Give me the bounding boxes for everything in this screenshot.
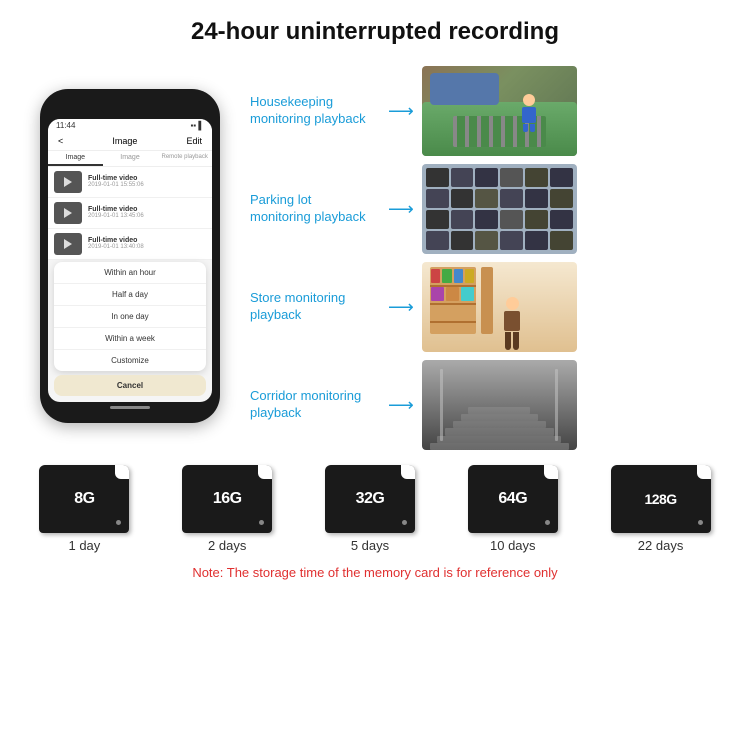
phone-time: 11:44 <box>56 121 75 130</box>
sd-card-dot-16g <box>259 520 264 525</box>
phone-back: < <box>58 136 63 146</box>
storage-section: 8G 1 day 16G 2 days 32G 5 days <box>0 450 750 558</box>
sd-card-label-32g: 32G <box>356 490 385 508</box>
phone-thumb-1 <box>54 171 82 193</box>
right-panel: Housekeepingmonitoring playback ⟶ <box>250 61 730 450</box>
sd-card-dot-32g <box>402 520 407 525</box>
monitoring-img-corridor <box>422 360 577 450</box>
storage-card-16g: 16G 2 days <box>182 465 272 553</box>
monitoring-item-store: Store monitoringplayback ⟶ <box>250 262 730 352</box>
phone-item-info-1: Full-time video 2019-01-01 15:55:06 <box>88 175 206 188</box>
monitoring-label-housekeeping: Housekeepingmonitoring playback <box>250 94 380 128</box>
storage-days-128g: 22 days <box>638 538 684 553</box>
storage-card-8g: 8G 1 day <box>39 465 129 553</box>
monitoring-item-corridor: Corridor monitoringplayback ⟶ <box>250 360 730 450</box>
sd-card-8g: 8G <box>39 465 129 533</box>
phone-thumb-2 <box>54 202 82 224</box>
phone-list-item-3: Full-time video 2019-01-01 13:40:08 <box>48 229 212 260</box>
phone-list-item-2: Full-time video 2019-01-01 13:45:06 <box>48 198 212 229</box>
phone-nav-title: Image <box>112 136 137 146</box>
storage-days-32g: 5 days <box>351 538 389 553</box>
phone-item-info-2: Full-time video 2019-01-01 13:45:06 <box>88 206 206 219</box>
sd-card-notch-32g <box>401 465 415 479</box>
parking-arrow: ⟶ <box>388 199 414 220</box>
phone-home-bar <box>110 406 150 409</box>
sd-card-label-128g: 128G <box>644 491 676 507</box>
sd-card-64g: 64G <box>468 465 558 533</box>
monitoring-img-housekeeping <box>422 66 577 156</box>
sd-card-16g: 16G <box>182 465 272 533</box>
storage-card-64g: 64G 10 days <box>468 465 558 553</box>
monitoring-item-parking: Parking lotmonitoring playback ⟶ <box>250 164 730 254</box>
storage-cards-row: 8G 1 day 16G 2 days 32G 5 days <box>15 465 735 553</box>
phone-screen: 11:44 ▪▪ ▌ < Image Edit Image Image Remo… <box>48 119 212 402</box>
phone-dropdown: Within an hour Half a day In one day Wit… <box>54 262 206 371</box>
phone-dropdown-one-day[interactable]: In one day <box>54 306 206 328</box>
phone-status-bar: 11:44 ▪▪ ▌ <box>48 119 212 132</box>
sd-card-32g: 32G <box>325 465 415 533</box>
sd-card-label-8g: 8G <box>74 490 94 508</box>
sd-card-notch-128g <box>697 465 711 479</box>
phone-item-info-3: Full-time video 2019-01-01 13:40:08 <box>88 237 206 250</box>
phone-edit: Edit <box>186 136 202 146</box>
phone-notch <box>100 101 160 115</box>
store-arrow: ⟶ <box>388 297 414 318</box>
sd-card-dot-64g <box>545 520 550 525</box>
monitoring-img-parking <box>422 164 577 254</box>
phone-device: 11:44 ▪▪ ▌ < Image Edit Image Image Remo… <box>40 89 220 423</box>
storage-card-32g: 32G 5 days <box>325 465 415 553</box>
phone-dropdown-half-day[interactable]: Half a day <box>54 284 206 306</box>
note-text: Note: The storage time of the memory car… <box>192 565 557 580</box>
sd-card-128g: 128G <box>611 465 711 533</box>
phone-thumb-3 <box>54 233 82 255</box>
sd-card-notch-64g <box>544 465 558 479</box>
storage-days-8g: 1 day <box>68 538 100 553</box>
sd-card-label-16g: 16G <box>213 490 242 508</box>
storage-card-128g: 128G 22 days <box>611 465 711 553</box>
monitoring-label-store: Store monitoringplayback <box>250 290 380 324</box>
phone-dropdown-week[interactable]: Within a week <box>54 328 206 350</box>
phone-tab-remote[interactable]: Remote playback <box>157 151 212 166</box>
sd-card-dot-128g <box>698 520 703 525</box>
sd-card-dot-8g <box>116 520 121 525</box>
phone-tab-image[interactable]: Image <box>48 151 103 166</box>
note-section: Note: The storage time of the memory car… <box>0 558 750 588</box>
phone-icons: ▪▪ ▌ <box>190 121 204 130</box>
phone-tab-image2[interactable]: Image <box>103 151 158 166</box>
phone-dropdown-customize[interactable]: Customize <box>54 350 206 371</box>
phone-cancel-button[interactable]: Cancel <box>54 375 206 396</box>
corridor-arrow: ⟶ <box>388 395 414 416</box>
phone-list-item-1: Full-time video 2019-01-01 15:55:06 <box>48 167 212 198</box>
phone-mockup: 11:44 ▪▪ ▌ < Image Edit Image Image Remo… <box>20 61 240 450</box>
storage-days-64g: 10 days <box>490 538 536 553</box>
monitoring-img-store <box>422 262 577 352</box>
sd-card-label-64g: 64G <box>498 490 527 508</box>
storage-days-16g: 2 days <box>208 538 246 553</box>
monitoring-label-parking: Parking lotmonitoring playback <box>250 192 380 226</box>
phone-tabs: Image Image Remote playback <box>48 151 212 167</box>
sd-card-notch-8g <box>115 465 129 479</box>
phone-dropdown-within-hour[interactable]: Within an hour <box>54 262 206 284</box>
phone-nav-bar: < Image Edit <box>48 132 212 151</box>
monitoring-label-corridor: Corridor monitoringplayback <box>250 388 380 422</box>
sd-card-notch-16g <box>258 465 272 479</box>
housekeeping-arrow: ⟶ <box>388 101 414 122</box>
monitoring-item-housekeeping: Housekeepingmonitoring playback ⟶ <box>250 66 730 156</box>
page-title: 24-hour uninterrupted recording <box>0 0 750 56</box>
